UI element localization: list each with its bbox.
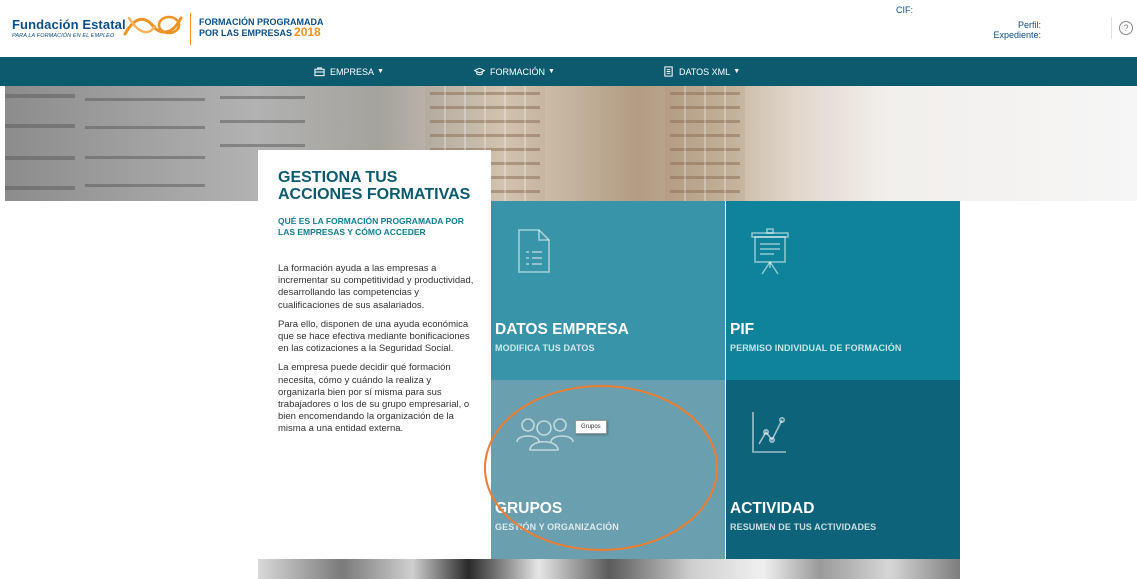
tile-grupos[interactable]: GRUPOS GESTIÓN Y ORGANIZACIÓN (491, 380, 725, 559)
logo-divider (190, 13, 191, 45)
help-button[interactable]: ? (1111, 17, 1133, 39)
program-year: 2018 (294, 25, 321, 39)
info-paragraph: La empresa puede decidir qué formación n… (278, 362, 470, 435)
document-icon (664, 66, 673, 77)
main-nav: EMPRESA ▼ FORMACIÓN ▼ DATOS XML ▼ (0, 57, 1137, 86)
header: Fundación Estatal PARA LA FORMACIÓN EN E… (0, 0, 1137, 57)
chevron-down-icon: ▼ (377, 68, 384, 75)
graduation-cap-icon (474, 67, 485, 76)
buildings-image (5, 86, 745, 201)
line-chart-icon (752, 412, 786, 453)
help-icon: ? (1119, 21, 1133, 35)
tile-grupos-title: GRUPOS (495, 500, 563, 517)
info-paragraph: La formación ayuda a las empresas a incr… (278, 263, 474, 311)
nav-empresa-label: EMPRESA (330, 66, 375, 77)
tile-actividad[interactable]: ACTIVIDAD RESUMEN DE TUS ACTIVIDADES (726, 380, 960, 559)
perfil-label: Perfil: (1017, 20, 1041, 30)
tile-pif-title: PIF (730, 321, 755, 338)
document-list-icon (518, 229, 550, 273)
info-title: GESTIONA TUS ACCIONES FORMATIVAS (278, 169, 471, 203)
chevron-down-icon: ▼ (733, 68, 741, 75)
nav-empresa[interactable]: EMPRESA ▼ (314, 57, 384, 86)
presentation-board-icon (751, 228, 789, 275)
logo-subtitle: PARA LA FORMACIÓN EN EL EMPLEO (12, 33, 115, 39)
nav-formacion-label: FORMACIÓN (490, 66, 545, 77)
tile-actividad-title: ACTIVIDAD (730, 500, 815, 517)
nav-formacion[interactable]: FORMACIÓN ▼ (474, 57, 555, 86)
user-info: Perfil: Expediente: (993, 20, 1041, 40)
tile-datos-empresa[interactable]: DATOS EMPRESA MODIFICA TUS DATOS (491, 201, 725, 380)
tile-pif[interactable]: PIF PERMISO INDIVIDUAL DE FORMACIÓN (726, 201, 960, 380)
info-subtitle[interactable]: QUÉ ES LA FORMACIÓN PROGRAMADA POR LAS E… (278, 216, 477, 238)
tile-grupos-subtitle: GESTIÓN Y ORGANIZACIÓN (495, 522, 619, 532)
tile-pif-subtitle: PERMISO INDIVIDUAL DE FORMACIÓN (730, 343, 902, 353)
program-logo: FORMACIÓN PROGRAMADA POR LAS EMPRESAS 201… (199, 17, 324, 38)
logo-title: Fundación Estatal (12, 17, 126, 32)
info-paragraph: Para ello, disponen de una ayuda económi… (278, 318, 470, 355)
info-panel: GESTIONA TUS ACCIONES FORMATIVAS QUÉ ES … (258, 150, 491, 560)
users-group-icon (516, 418, 574, 451)
hero-banner (5, 86, 1137, 201)
grupos-tooltip: Grupos (575, 420, 607, 434)
chevron-down-icon: ▼ (548, 68, 555, 75)
fundae-logo-mark-icon (123, 15, 183, 36)
tile-datos-empresa-title: DATOS EMPRESA (495, 321, 629, 338)
program-logo-line2: POR LAS EMPRESAS (199, 28, 293, 38)
briefcase-icon (314, 67, 325, 77)
tile-datos-empresa-subtitle: MODIFICA TUS DATOS (495, 343, 595, 353)
bottom-photo-strip (258, 559, 960, 579)
nav-datos-xml-label: DATOS XML (679, 66, 731, 77)
fundae-logo[interactable]: Fundación Estatal PARA LA FORMACIÓN EN E… (12, 17, 126, 39)
nav-datos-xml[interactable]: DATOS XML ▼ (663, 57, 740, 86)
tile-actividad-subtitle: RESUMEN DE TUS ACTIVIDADES (730, 522, 877, 532)
expediente-label: Expediente: (993, 30, 1041, 40)
cif-label: CIF: (896, 5, 913, 15)
